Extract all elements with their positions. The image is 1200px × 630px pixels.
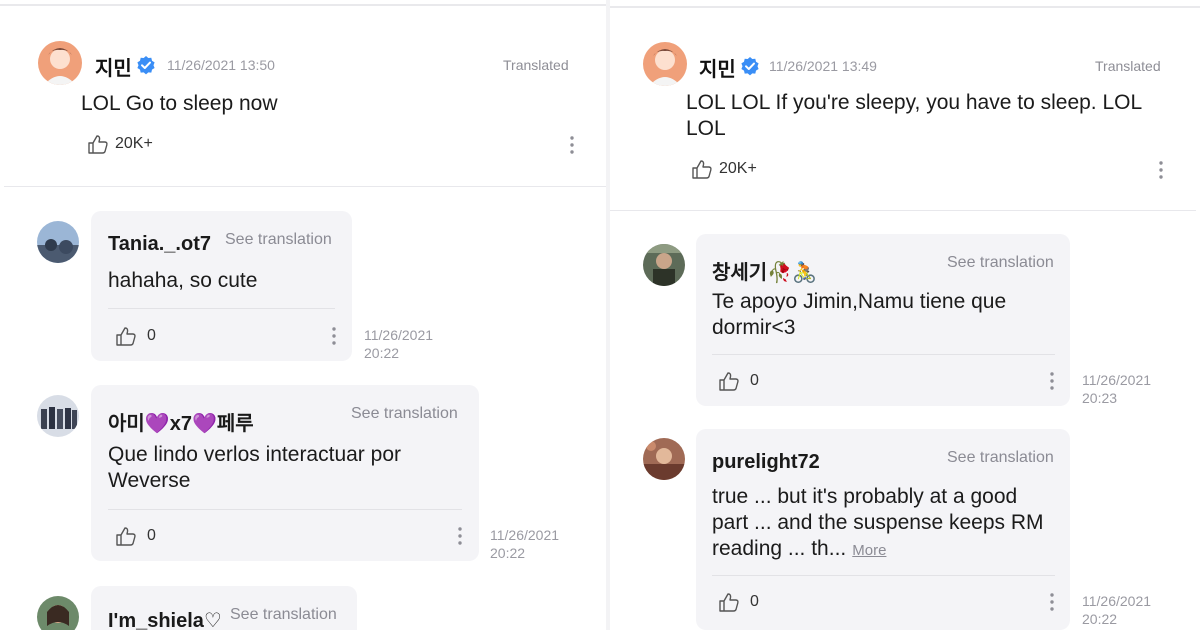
comment-divider xyxy=(108,308,335,309)
post-divider xyxy=(4,186,608,187)
thumbs-up-icon xyxy=(719,593,739,612)
translated-label: Translated xyxy=(503,57,569,73)
see-translation-link[interactable]: See translation xyxy=(351,405,458,423)
comment-like-button[interactable]: 0 xyxy=(718,592,759,612)
post-timestamp: 11/26/2021 13:50 xyxy=(167,57,275,73)
post-like-button[interactable]: 20K+ xyxy=(691,159,757,179)
right-post-thread: 지민 11/26/2021 13:49 Translated LOL LOL I… xyxy=(610,0,1200,630)
more-vertical-icon[interactable] xyxy=(331,326,337,346)
comment-timestamp: 11/26/2021 20:22 xyxy=(1082,593,1152,627)
post-like-button[interactable]: 20K+ xyxy=(87,134,153,154)
thumbs-up-icon xyxy=(116,327,136,346)
artist-avatar[interactable] xyxy=(643,42,687,86)
comment-author[interactable]: purelight72 xyxy=(712,451,820,474)
more-link[interactable]: More xyxy=(852,542,886,559)
more-vertical-icon[interactable] xyxy=(1049,592,1055,612)
post-like-count: 20K+ xyxy=(115,135,153,152)
post-timestamp: 11/26/2021 13:49 xyxy=(769,58,877,74)
verified-badge-icon xyxy=(137,56,155,75)
commenter-avatar[interactable] xyxy=(643,244,685,286)
see-translation-link[interactable]: See translation xyxy=(947,254,1054,272)
comment-timestamp: 11/26/2021 20:23 xyxy=(1082,372,1152,406)
comment-like-count: 0 xyxy=(750,593,759,610)
more-vertical-icon[interactable] xyxy=(569,135,575,155)
more-vertical-icon[interactable] xyxy=(1158,160,1164,180)
artist-name[interactable]: 지민 xyxy=(699,53,736,82)
comment-author[interactable]: 아미💜x7💜페루 xyxy=(108,407,254,436)
comment-like-count: 0 xyxy=(147,527,156,544)
comment-text: Que lindo verlos interactuar por Weverse xyxy=(108,443,401,492)
top-divider xyxy=(0,4,608,6)
comment-author[interactable]: 창세기🥀🚴 xyxy=(712,256,817,285)
see-translation-link[interactable]: See translation xyxy=(225,231,332,249)
see-translation-link[interactable]: See translation xyxy=(230,606,337,624)
thumbs-up-icon xyxy=(719,372,739,391)
artist-avatar[interactable] xyxy=(38,41,82,85)
comment-like-count: 0 xyxy=(750,372,759,389)
comment-author[interactable]: I'm_shiela♡ xyxy=(108,608,222,630)
comment-author[interactable]: Tania._.ot7 xyxy=(108,233,211,256)
more-vertical-icon[interactable] xyxy=(1049,371,1055,391)
comment-text: Te apoyo Jimin,Namu tiene que dormir<3 xyxy=(712,290,1007,339)
thumbs-up-icon xyxy=(692,160,712,179)
left-post-thread: 지민 11/26/2021 13:50 Translated LOL Go to… xyxy=(0,0,608,630)
comment-timestamp: 11/26/2021 20:22 xyxy=(490,527,560,561)
translated-label: Translated xyxy=(1095,58,1161,74)
thumbs-up-icon xyxy=(116,527,136,546)
comment-bubble: purelight72 See translation true ... but… xyxy=(696,429,1070,630)
comment-text: true ... but it's probably at a good par… xyxy=(712,485,1044,560)
verified-badge-icon xyxy=(741,57,759,76)
comment-like-button[interactable]: 0 xyxy=(115,326,156,346)
comment-bubble: I'm_shiela♡ See translation xyxy=(91,586,357,630)
commenter-avatar[interactable] xyxy=(37,221,79,263)
artist-name[interactable]: 지민 xyxy=(95,52,132,81)
comment-divider xyxy=(712,354,1055,355)
comment-text: hahaha, so cute xyxy=(108,269,258,292)
comment-bubble: 창세기🥀🚴 See translation Te apoyo Jimin,Nam… xyxy=(696,234,1070,406)
thumbs-up-icon xyxy=(88,135,108,154)
post-divider xyxy=(610,210,1196,211)
comment-like-count: 0 xyxy=(147,327,156,344)
comment-bubble: Tania._.ot7 See translation hahaha, so c… xyxy=(91,211,352,361)
comment-bubble: 아미💜x7💜페루 See translation Que lindo verlo… xyxy=(91,385,479,561)
comment-divider xyxy=(108,509,462,510)
see-translation-link[interactable]: See translation xyxy=(947,449,1054,467)
commenter-avatar[interactable] xyxy=(37,395,79,437)
comment-like-button[interactable]: 0 xyxy=(115,526,156,546)
top-divider xyxy=(610,6,1200,8)
commenter-avatar[interactable] xyxy=(643,438,685,480)
comment-timestamp: 11/26/2021 20:22 xyxy=(364,327,434,361)
post-body: LOL Go to sleep now xyxy=(81,92,278,115)
commenter-avatar[interactable] xyxy=(37,596,79,630)
comment-divider xyxy=(712,575,1055,576)
post-like-count: 20K+ xyxy=(719,160,757,177)
comment-like-button[interactable]: 0 xyxy=(718,371,759,391)
more-vertical-icon[interactable] xyxy=(457,526,463,546)
post-body: LOL LOL If you're sleepy, you have to sl… xyxy=(686,91,1142,140)
